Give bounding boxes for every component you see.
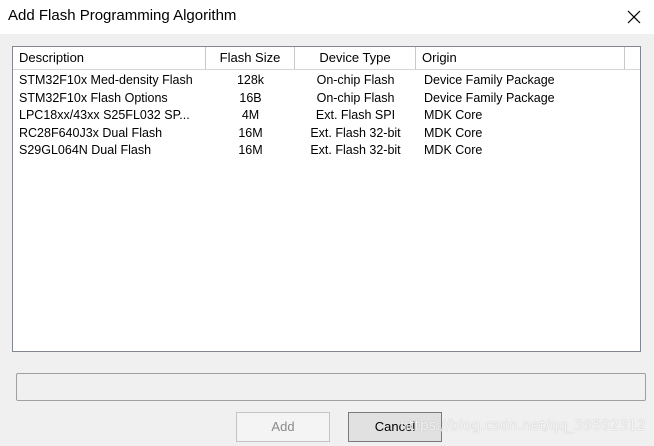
list-rows: STM32F10x Med-density Flash 128k On-chip… [13, 72, 640, 160]
cell-description: LPC18xx/43xx S25FL032 SP... [19, 108, 190, 122]
cell-flash-size: 16B [239, 90, 262, 105]
list-item[interactable]: STM32F10x Med-density Flash 128k On-chip… [13, 72, 640, 90]
column-header-device-type[interactable]: Device Type [295, 47, 416, 69]
cell-description: RC28F640J3x Dual Flash [19, 125, 163, 140]
cell-device-type: Ext. Flash 32-bit [310, 143, 401, 157]
close-icon[interactable] [624, 7, 644, 27]
cell-description: STM32F10x Flash Options [19, 90, 168, 105]
list-item[interactable]: S29GL064N Dual Flash 16M Ext. Flash 32-b… [13, 142, 640, 160]
status-field [16, 373, 646, 401]
cell-description: STM32F10x Med-density Flash [19, 73, 193, 87]
cell-flash-size: 16M [238, 143, 263, 157]
cell-flash-size: 4M [241, 108, 260, 122]
algorithm-list[interactable]: Description Flash Size Device Type Origi… [12, 46, 641, 352]
window-title: Add Flash Programming Algorithm [8, 7, 237, 24]
list-item[interactable]: RC28F640J3x Dual Flash 16M Ext. Flash 32… [13, 125, 640, 143]
cell-origin: Device Family Package [424, 73, 555, 87]
list-item[interactable]: STM32F10x Flash Options 16B On-chip Flas… [13, 90, 640, 108]
cell-origin: MDK Core [424, 125, 483, 140]
cell-device-type: Ext. Flash 32-bit [310, 125, 401, 140]
list-header: Description Flash Size Device Type Origi… [13, 47, 640, 70]
cell-origin: MDK Core [424, 108, 483, 122]
column-header-description[interactable]: Description [13, 47, 206, 69]
column-header-origin[interactable]: Origin [416, 47, 625, 69]
title-bar: Add Flash Programming Algorithm [0, 0, 654, 34]
add-button[interactable]: Add [236, 412, 330, 442]
cell-description: S29GL064N Dual Flash [19, 143, 152, 157]
list-item[interactable]: LPC18xx/43xx S25FL032 SP... 4M Ext. Flas… [13, 107, 640, 125]
cell-origin: Device Family Package [424, 90, 555, 105]
cell-device-type: On-chip Flash [316, 73, 395, 87]
cell-flash-size: 128k [236, 73, 265, 87]
column-header-flash-size[interactable]: Flash Size [206, 47, 295, 69]
cell-origin: MDK Core [424, 143, 483, 157]
cell-device-type: Ext. Flash SPI [315, 108, 396, 122]
cancel-button[interactable]: Cancel [348, 412, 442, 442]
cell-flash-size: 16M [238, 125, 263, 140]
cell-device-type: On-chip Flash [316, 90, 395, 105]
